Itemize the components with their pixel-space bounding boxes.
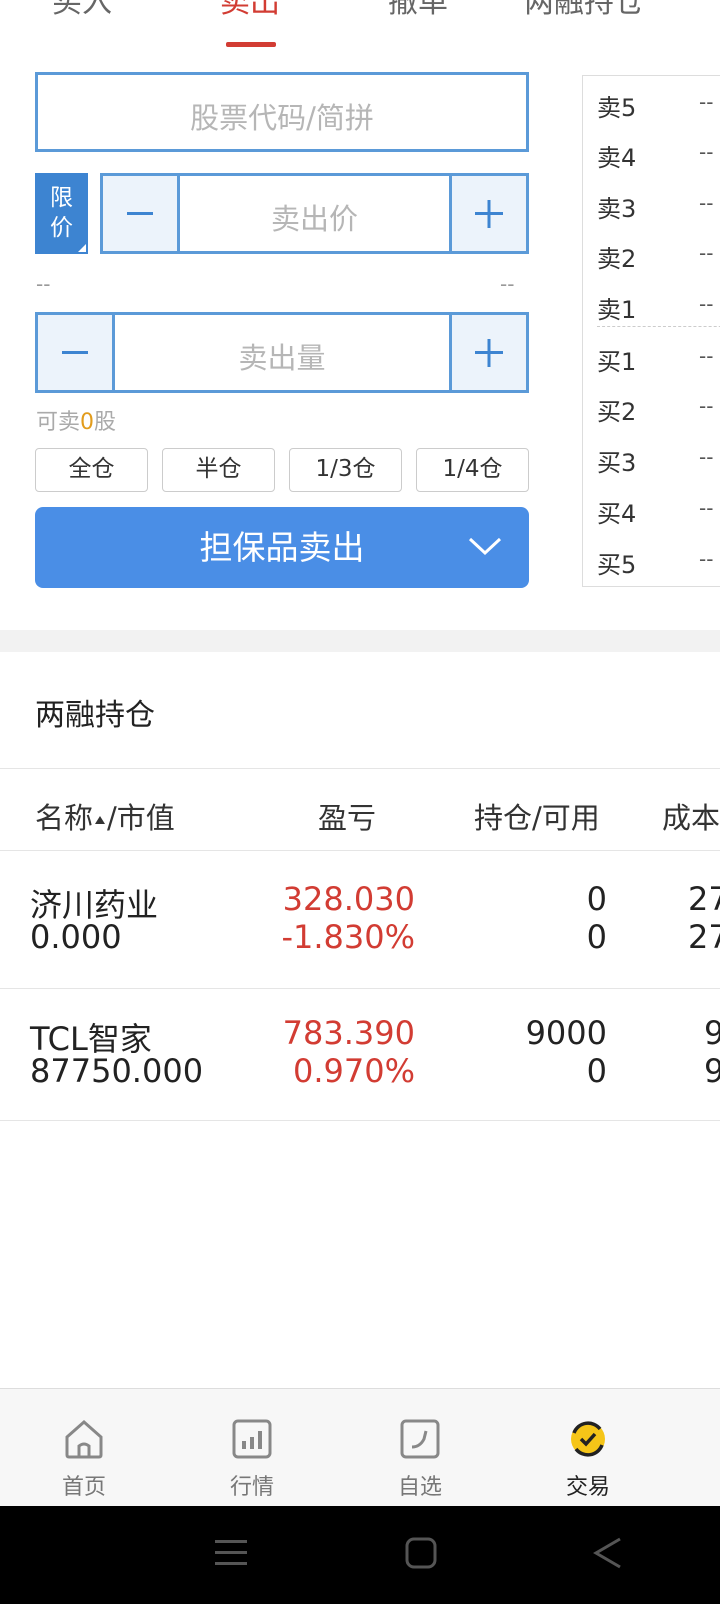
quick-full-position[interactable]: 全仓: [35, 448, 148, 492]
stock-code-input[interactable]: 股票代码/简拼: [35, 72, 529, 152]
order-book-label: 买4: [597, 500, 637, 528]
active-tab-indicator: [226, 42, 276, 47]
system-navigation-bar: [0, 1506, 720, 1604]
sell-button-label: 担保品卖出: [199, 528, 365, 567]
quantity-increase-button[interactable]: [449, 315, 526, 390]
price-type-label: 限价: [50, 185, 73, 241]
order-book-value: --: [699, 496, 714, 520]
available-prefix: 可卖: [36, 410, 81, 435]
section-divider: [0, 630, 720, 652]
holding-pnl: 783.390: [282, 1014, 415, 1052]
divider: [0, 1120, 720, 1121]
holding-available: 0: [586, 918, 607, 956]
nav-label: 自选: [397, 1475, 442, 1500]
available-value: 0: [80, 410, 95, 435]
nav-watchlist[interactable]: 自选: [360, 1389, 480, 1507]
quick-third-position[interactable]: 1/3仓: [289, 448, 402, 492]
nav-home[interactable]: 首页: [24, 1389, 144, 1507]
holding-cost-price: 27: [688, 918, 720, 956]
tab-margin-positions[interactable]: 两融持仓: [524, 0, 644, 28]
tab-buy[interactable]: 买入: [52, 0, 112, 28]
divider: [0, 988, 720, 989]
holding-pnl-percent: -1.830%: [281, 918, 415, 956]
available-quantity: 可卖0股: [36, 404, 116, 436]
holding-pnl: 328.030: [282, 880, 415, 918]
order-book-value: --: [699, 344, 714, 368]
trade-tabs: 买入 卖出 撤单 两融持仓: [0, 0, 720, 60]
order-book: 卖5 -- 卖4 -- 卖3 -- 卖2 -- 卖1 -- 买1 -- 买2 -…: [582, 75, 720, 587]
order-book-label: 买2: [597, 398, 637, 426]
order-book-label: 买3: [597, 449, 637, 477]
holding-cost: 9: [704, 1014, 720, 1052]
collateral-sell-button[interactable]: 担保品卖出: [35, 507, 529, 588]
nav-label: 交易: [565, 1475, 610, 1500]
back-icon[interactable]: [590, 1536, 624, 1570]
order-book-label: 卖2: [597, 245, 637, 273]
holding-position: 0: [586, 880, 607, 918]
menu-icon[interactable]: [214, 1536, 248, 1570]
tab-sell[interactable]: 卖出: [220, 0, 280, 28]
divider: [0, 850, 720, 851]
order-book-divider: [597, 326, 720, 327]
price-stepper: 卖出价: [100, 173, 529, 254]
order-book-label: 买5: [597, 551, 637, 579]
home-icon: [65, 1419, 103, 1459]
order-book-value: --: [699, 292, 714, 316]
holding-pnl-percent: 0.970%: [292, 1052, 415, 1090]
header-name-label: 名称: [35, 801, 94, 835]
divider: [0, 768, 720, 769]
order-book-value: --: [699, 241, 714, 265]
order-book-value: --: [699, 547, 714, 571]
price-type-button[interactable]: 限价: [35, 173, 88, 254]
tab-cancel[interactable]: 撤单: [388, 0, 448, 28]
order-book-label: 卖5: [597, 94, 637, 122]
order-book-value: --: [699, 90, 714, 114]
price-increase-button[interactable]: [449, 176, 526, 251]
chevron-down-icon[interactable]: [467, 533, 503, 559]
order-book-label: 卖3: [597, 195, 637, 223]
column-header-pnl[interactable]: 盈亏: [318, 795, 376, 837]
quick-quarter-position[interactable]: 1/4仓: [416, 448, 529, 492]
holding-cost-price: 9: [704, 1052, 720, 1090]
holding-market-value: 0.000: [30, 918, 122, 956]
column-header-position[interactable]: 持仓/可用: [474, 795, 600, 837]
order-book-value: --: [699, 191, 714, 215]
nav-trade[interactable]: 交易: [528, 1389, 648, 1507]
stock-code-placeholder: 股票代码/简拼: [190, 101, 374, 135]
price-limit-low: --: [36, 272, 51, 296]
header-market-value-label: /市值: [107, 801, 175, 835]
available-unit: 股: [94, 410, 117, 435]
quantity-stepper: 卖出量: [35, 312, 529, 393]
holding-cost: 27: [688, 880, 720, 918]
holding-market-value: 87750.000: [30, 1052, 204, 1090]
order-book-value: --: [699, 445, 714, 469]
chart-icon: [232, 1419, 272, 1459]
bottom-navigation: 首页 行情 自选 交易: [0, 1388, 720, 1506]
home-button-icon[interactable]: [404, 1536, 438, 1570]
order-book-value: --: [699, 140, 714, 164]
column-header-cost[interactable]: 成本: [662, 795, 720, 837]
column-header-name[interactable]: 名称/市值: [35, 795, 175, 837]
holding-available: 0: [586, 1052, 607, 1090]
order-book-value: --: [699, 394, 714, 418]
watchlist-icon: [400, 1419, 440, 1459]
sort-icon: [95, 816, 106, 824]
holdings-title: 两融持仓: [35, 698, 155, 733]
price-limit-high: --: [500, 272, 515, 296]
nav-market[interactable]: 行情: [192, 1389, 312, 1507]
nav-label: 行情: [229, 1475, 274, 1500]
nav-label: 首页: [61, 1475, 106, 1500]
order-book-label: 买1: [597, 348, 637, 376]
trade-icon: [571, 1421, 605, 1457]
order-book-label: 卖4: [597, 144, 637, 172]
holding-position: 9000: [525, 1014, 607, 1052]
order-book-label: 卖1: [597, 296, 637, 324]
plus-icon: [475, 200, 503, 228]
quick-half-position[interactable]: 半仓: [162, 448, 275, 492]
plus-icon: [475, 339, 503, 367]
